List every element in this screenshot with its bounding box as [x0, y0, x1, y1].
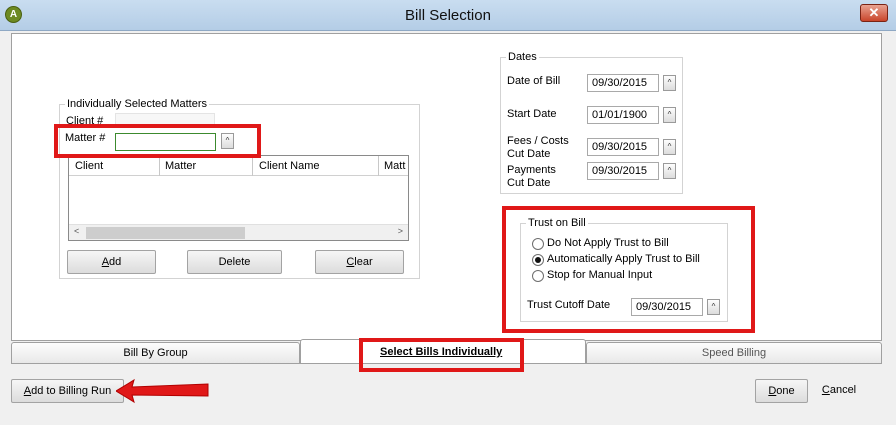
column-client[interactable]: Client — [75, 160, 103, 172]
tab-select-bills-individually-label[interactable]: Select Bills Individually — [380, 346, 502, 358]
payments-cut-date-label: Cut Date — [507, 177, 551, 189]
add-matter-button[interactable]: Add — [67, 250, 156, 274]
trust-option-radio-2[interactable] — [532, 270, 544, 282]
start-date-label: Start Date — [507, 108, 557, 120]
grid-header: Client Matter Client Name Matt — [69, 156, 408, 176]
fees-cut-date-label: Cut Date — [507, 148, 551, 160]
add-to-billing-run-button[interactable]: Add to Billing Run — [11, 379, 124, 403]
window-title: Bill Selection — [405, 7, 491, 24]
column-matter[interactable]: Matter — [165, 160, 196, 172]
trust-option-label-2[interactable]: Stop for Manual Input — [547, 269, 652, 281]
date-of-bill-spin[interactable]: ^ — [663, 75, 676, 91]
tab-bill-by-group[interactable]: Bill By Group — [11, 342, 300, 364]
trust-option-label-0[interactable]: Do Not Apply Trust to Bill — [547, 237, 669, 249]
fees-cut-date-spin[interactable]: ^ — [663, 139, 676, 155]
trust-cutoff-spin[interactable]: ^ — [707, 299, 720, 315]
matter-number-label: Matter # — [65, 132, 106, 144]
trust-option-label-1[interactable]: Automatically Apply Trust to Bill — [547, 253, 700, 265]
client-number-field[interactable] — [115, 113, 215, 126]
payments-cut-date-spin[interactable]: ^ — [663, 163, 676, 179]
matters-legend: Individually Selected Matters — [67, 98, 208, 110]
matters-grid[interactable]: Client Matter Client Name Matt < > — [68, 155, 409, 241]
grid-horizontal-scrollbar[interactable]: < > — [69, 224, 408, 240]
fees-cut-date-field[interactable]: 09/30/2015 — [587, 138, 659, 156]
trust-cutoff-field[interactable]: 09/30/2015 — [631, 298, 703, 316]
start-date-field[interactable]: 01/01/1900 — [587, 106, 659, 124]
title-bar: A Bill Selection ✕ — [0, 0, 896, 31]
delete-matter-button[interactable]: Delete — [187, 250, 282, 274]
dates-legend: Dates — [508, 51, 537, 63]
scrollbar-thumb[interactable] — [86, 227, 245, 239]
matter-number-field[interactable] — [115, 133, 216, 151]
payments-cut-date-field[interactable]: 09/30/2015 — [587, 162, 659, 180]
done-button[interactable]: Done — [755, 379, 808, 403]
trust-option-radio-1[interactable] — [532, 254, 544, 266]
column-matter-2[interactable]: Matt — [384, 160, 405, 172]
fees-costs-label: Fees / Costs — [507, 135, 569, 147]
payments-label: Payments — [507, 164, 556, 176]
client-number-label: Client # — [66, 115, 104, 127]
scroll-left-icon[interactable]: < — [74, 226, 79, 236]
matter-lookup-spin[interactable]: ^ — [221, 133, 234, 149]
annotation-arrow-icon — [116, 378, 209, 404]
date-of-bill-field[interactable]: 09/30/2015 — [587, 74, 659, 92]
start-date-spin[interactable]: ^ — [663, 107, 676, 123]
tab-speed-billing[interactable]: Speed Billing — [586, 342, 882, 364]
trust-legend: Trust on Bill — [528, 217, 586, 229]
column-client-name[interactable]: Client Name — [259, 160, 320, 172]
close-button[interactable]: ✕ — [860, 4, 888, 22]
date-of-bill-label: Date of Bill — [507, 75, 561, 87]
trust-option-radio-0[interactable] — [532, 238, 544, 250]
cancel-button[interactable]: Cancel — [815, 379, 863, 403]
clear-matters-button[interactable]: Clear — [315, 250, 404, 274]
trust-cutoff-label: Trust Cutoff Date — [527, 299, 611, 311]
scroll-right-icon[interactable]: > — [398, 226, 403, 236]
